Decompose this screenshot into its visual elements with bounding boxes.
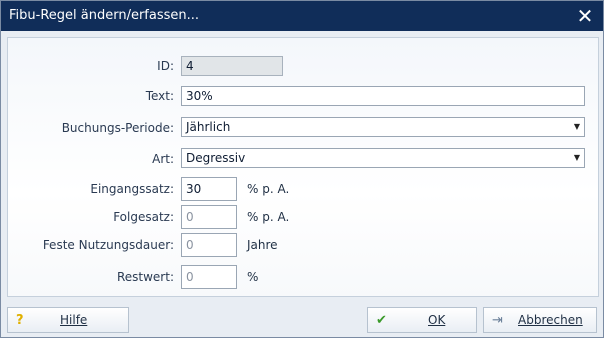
period-label: Buchungs-Periode: [61,121,174,135]
residual-unit: % [247,270,259,284]
initial-rate-label: Eingangssatz: [90,182,174,196]
fixed-life-input[interactable]: 0 [181,233,237,257]
ok-button[interactable]: ✔ OK [367,307,477,333]
exit-door-icon: ⇥ [492,313,503,328]
follow-rate-unit: % p. A. [247,210,290,224]
follow-rate-label: Folgesatz: [113,210,174,224]
cancel-button-label: Abbrechen [518,313,583,327]
question-icon: ? [16,313,24,328]
initial-rate-unit: % p. A. [247,182,290,196]
period-select[interactable]: Jährlich ▼ [181,117,585,137]
window-title: Fibu-Regel ändern/erfassen... [9,8,200,23]
button-bar: ? Hilfe ✔ OK ⇥ Abbrechen [1,301,603,337]
id-field: 4 [181,56,283,76]
cancel-button[interactable]: ⇥ Abbrechen [483,307,597,333]
type-value: Degressiv [186,151,246,165]
titlebar[interactable]: Fibu-Regel ändern/erfassen... ✕ [1,1,603,31]
text-input[interactable]: 30% [181,86,585,106]
text-label: Text: [145,89,174,103]
help-button-label: Hilfe [60,313,88,327]
form-panel: ID: 4 Text: 30% Buchungs-Periode: Jährli… [7,37,599,297]
period-value: Jährlich [186,120,231,134]
dropdown-arrow-icon[interactable]: ▼ [574,153,580,162]
follow-rate-input[interactable]: 0 [181,205,237,229]
initial-rate-input[interactable]: 30 [181,177,237,201]
close-icon[interactable]: ✕ [573,3,597,29]
dialog-window: Fibu-Regel ändern/erfassen... ✕ ID: 4 Te… [0,0,604,338]
ok-button-label: OK [428,313,446,327]
checkmark-icon: ✔ [376,313,387,328]
id-label: ID: [157,59,174,73]
residual-input[interactable]: 0 [181,265,237,289]
type-select[interactable]: Degressiv ▼ [181,148,585,168]
type-label: Art: [152,152,174,166]
dropdown-arrow-icon[interactable]: ▼ [574,122,580,131]
help-button[interactable]: ? Hilfe [7,307,129,333]
fixed-life-unit: Jahre [247,238,278,252]
residual-label: Restwert: [116,270,174,284]
fixed-life-label: Feste Nutzungsdauer: [42,238,174,252]
